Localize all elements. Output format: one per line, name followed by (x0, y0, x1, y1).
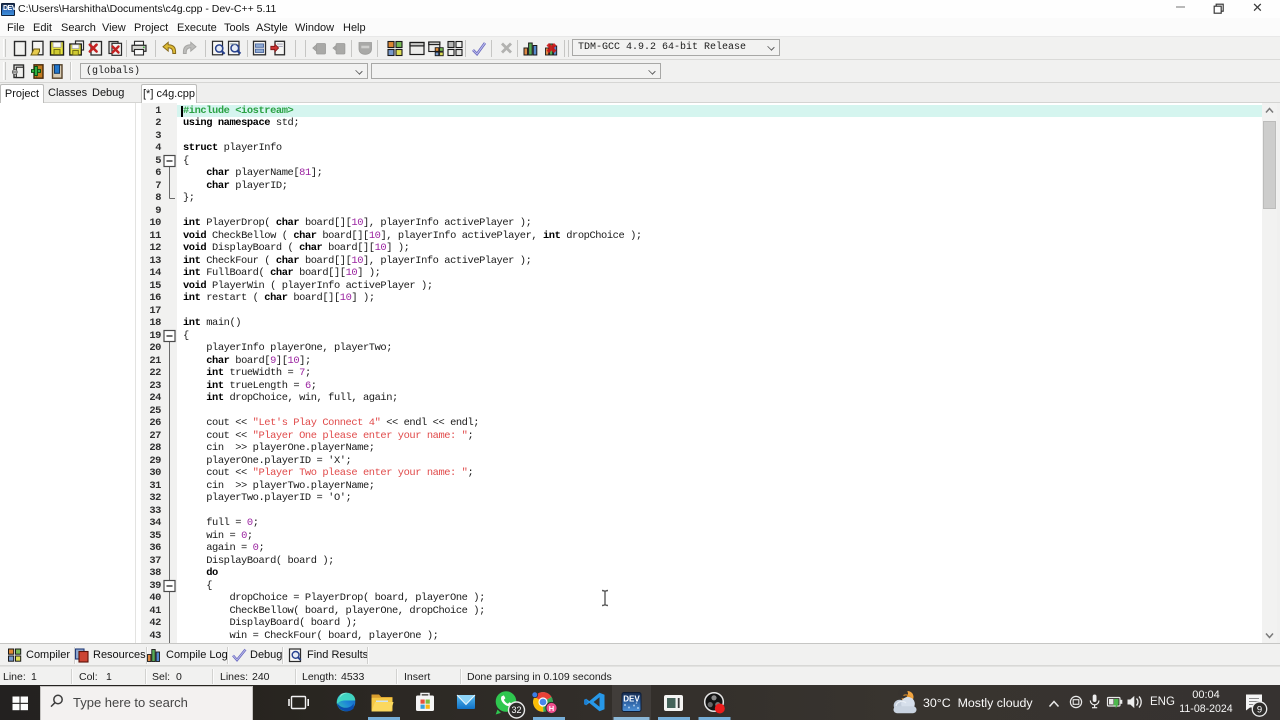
svg-text:32: 32 (511, 705, 521, 715)
svg-text:DEV: DEV (623, 695, 640, 704)
svg-text:9: 9 (1257, 704, 1262, 715)
svg-text:H: H (549, 704, 554, 713)
